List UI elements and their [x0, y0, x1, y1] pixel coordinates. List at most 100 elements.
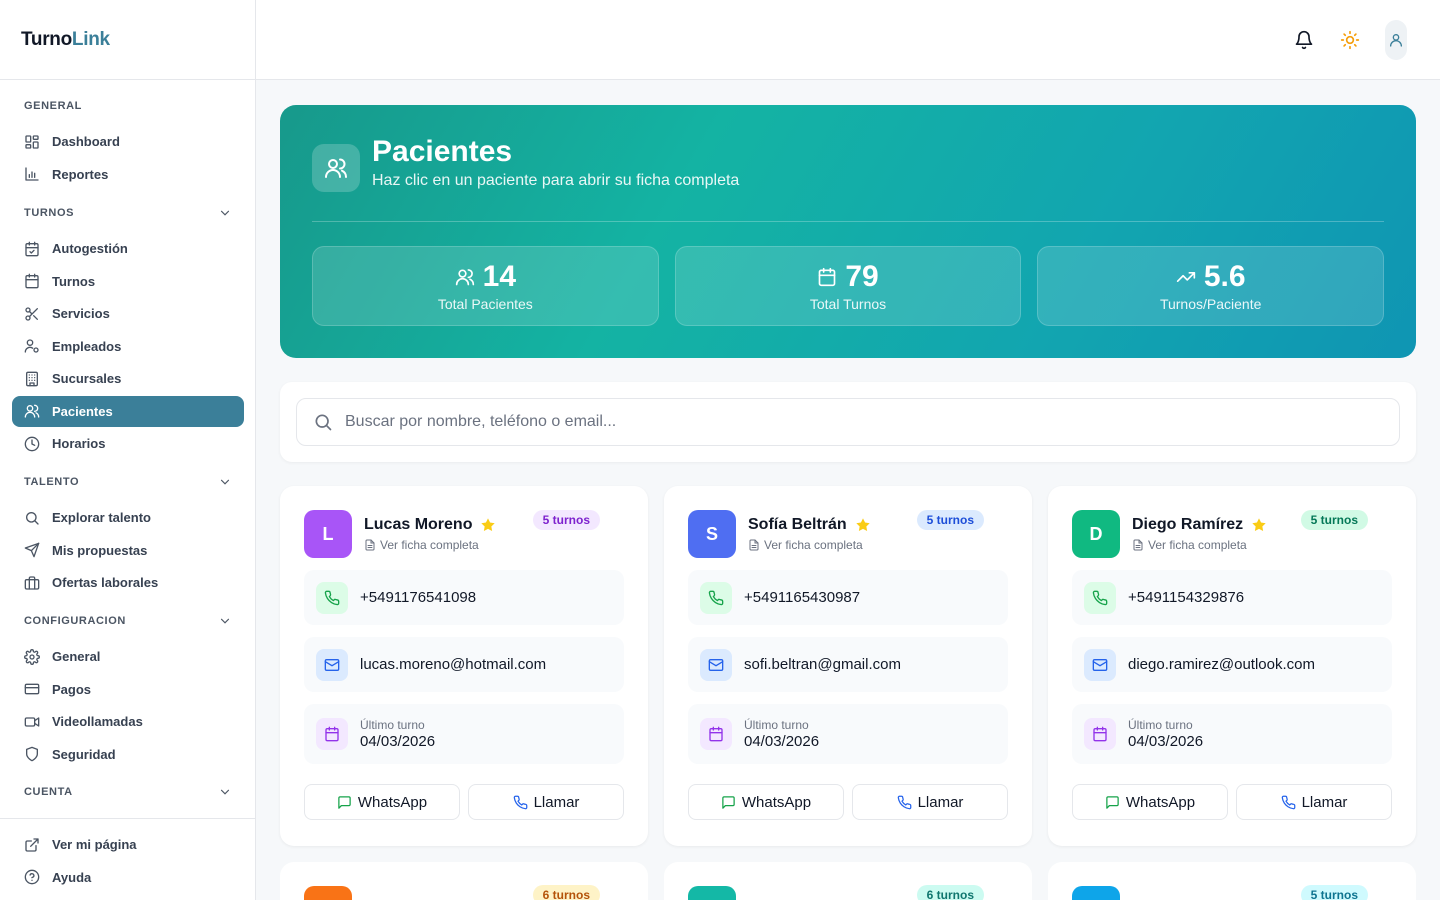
- ver-ficha-link[interactable]: Ver ficha completa: [748, 538, 871, 552]
- sidebar-item-empleados[interactable]: Empleados: [12, 331, 244, 362]
- calendar-check-icon: [25, 241, 39, 256]
- gear-icon: [24, 648, 40, 665]
- sidebar-item-label: Servicios: [52, 306, 110, 321]
- avatar: [304, 886, 352, 900]
- sidebar-item-autogestion[interactable]: Autogestión: [12, 233, 244, 264]
- trending-up-icon: [1176, 272, 1195, 282]
- call-button[interactable]: Llamar: [1236, 784, 1392, 820]
- sidebar-item-general[interactable]: General: [12, 641, 244, 672]
- file-text-icon: [749, 539, 759, 551]
- section-title: TALENTO: [24, 476, 80, 488]
- stat-label: Total Pacientes: [437, 296, 533, 312]
- video-icon: [24, 716, 40, 727]
- calendar-icon: [325, 726, 339, 742]
- stat-total-pacientes: 14 Total Pacientes: [312, 246, 659, 326]
- patient-card[interactable]: Carolina Vega 6 turnos: [280, 862, 648, 900]
- stat-label: Total Turnos: [809, 296, 887, 312]
- sidebar-item-ver-mi-pagina[interactable]: Ver mi página: [12, 829, 243, 860]
- ver-ficha-link[interactable]: Ver ficha completa: [364, 538, 496, 552]
- clock-icon: [24, 436, 40, 451]
- sidebar-item-explorar-talento[interactable]: Explorar talento: [12, 502, 244, 533]
- sidebar-item-reportes[interactable]: Reportes: [12, 159, 244, 190]
- stat-value: 79: [845, 260, 879, 293]
- sidebar: TurnoLink GENERAL Dashboard Reportes TURN…: [0, 0, 256, 900]
- whatsapp-button[interactable]: WhatsApp: [304, 784, 460, 820]
- sidebar-item-label: Pagos: [52, 681, 92, 697]
- phone-icon: [1092, 590, 1108, 605]
- chevron-down-icon: [220, 618, 230, 624]
- patient-card[interactable]: L Lucas Moreno Ver ficha completa 5 turn…: [280, 486, 648, 846]
- stat-value: 5.6: [1203, 260, 1246, 293]
- whatsapp-label: WhatsApp: [741, 793, 812, 811]
- sidebar-item-pacientes[interactable]: Pacientes: [12, 395, 244, 427]
- sidebar-item-pagos[interactable]: Pagos: [12, 674, 244, 705]
- patient-phone: +5491154329876: [1128, 589, 1245, 606]
- phone-row: +5491165430987: [688, 570, 1008, 625]
- sidebar-item-sucursales[interactable]: Sucursales: [12, 363, 244, 394]
- brand-part-1: Turno: [21, 28, 72, 50]
- building-icon: [26, 371, 38, 386]
- whatsapp-button[interactable]: WhatsApp: [1072, 784, 1228, 820]
- call-button[interactable]: Llamar: [468, 784, 624, 820]
- email-row: diego.ramirez@outlook.com: [1072, 637, 1392, 692]
- last-appointment-row: Último turno 04/03/2026: [304, 704, 624, 764]
- patient-card[interactable]: María José López 5 turnos: [1048, 862, 1416, 900]
- external-link-icon: [25, 837, 39, 852]
- sidebar-item-seguridad[interactable]: Seguridad: [12, 739, 244, 770]
- calendar-icon: [818, 267, 836, 287]
- sidebar-item-label: Explorar talento: [52, 510, 151, 525]
- patient-card[interactable]: Tomás Aguirre 6 turnos: [664, 862, 1032, 900]
- briefcase-icon: [24, 575, 40, 590]
- chevron-down-icon: [220, 479, 230, 485]
- sidebar-item-label: Ver mi página: [52, 837, 137, 852]
- bar-chart-icon: [25, 167, 39, 181]
- calendar-icon: [25, 273, 39, 289]
- ver-ficha-link[interactable]: Ver ficha completa: [1132, 538, 1267, 552]
- patient-card[interactable]: S Sofía Beltrán Ver ficha completa 5 tur…: [664, 486, 1032, 846]
- sidebar-item-label: Mis propuestas: [52, 542, 148, 558]
- sidebar-item-ayuda[interactable]: Ayuda: [12, 862, 243, 893]
- last-appointment-date: 04/03/2026: [744, 733, 820, 750]
- shield-icon: [26, 746, 38, 762]
- ver-ficha-label: Ver ficha completa: [1148, 538, 1247, 552]
- sidebar-item-label: Dashboard: [52, 134, 120, 149]
- search-icon: [315, 414, 332, 431]
- star-icon: [481, 518, 496, 531]
- file-text-icon: [1133, 539, 1143, 551]
- search-input[interactable]: [345, 413, 1399, 431]
- section-talento[interactable]: TALENTO: [12, 472, 244, 492]
- search-box[interactable]: [296, 398, 1400, 446]
- call-button[interactable]: Llamar: [852, 784, 1008, 820]
- section-title: CONFIGURACION: [24, 615, 126, 627]
- sidebar-item-videollamadas[interactable]: Videollamadas: [12, 706, 244, 737]
- whatsapp-button[interactable]: WhatsApp: [688, 784, 844, 820]
- brand-part-2: Link: [71, 28, 110, 50]
- notifications-button[interactable]: [1284, 20, 1324, 60]
- call-label: Llamar: [917, 793, 964, 811]
- section-general: GENERAL: [12, 96, 244, 116]
- section-cuenta[interactable]: CUENTA: [12, 782, 244, 802]
- patient-email: sofi.beltran@gmail.com: [744, 656, 901, 673]
- phone-icon: [513, 795, 527, 809]
- brand-logo[interactable]: TurnoLink: [21, 29, 110, 51]
- hero-users-icon: [312, 144, 360, 192]
- patient-card[interactable]: D Diego Ramírez Ver ficha completa 5 tur…: [1048, 486, 1416, 846]
- page-title: Pacientes: [372, 135, 513, 168]
- section-configuracion[interactable]: CONFIGURACION: [12, 611, 244, 631]
- sidebar-item-mis-propuestas[interactable]: Mis propuestas: [12, 535, 244, 566]
- sidebar-item-label: Ofertas laborales: [52, 575, 159, 590]
- section-turnos[interactable]: TURNOS: [12, 203, 244, 223]
- email-row: sofi.beltran@gmail.com: [688, 637, 1008, 692]
- whatsapp-label: WhatsApp: [357, 793, 428, 811]
- patient-name: Sofía Beltrán: [748, 516, 847, 533]
- message-icon: [1106, 795, 1119, 809]
- sidebar-item-label: Videollamadas: [52, 714, 143, 729]
- sidebar-item-servicios[interactable]: Servicios: [12, 298, 244, 329]
- sidebar-item-horarios[interactable]: Horarios: [12, 428, 244, 459]
- theme-toggle-button[interactable]: [1330, 20, 1370, 60]
- sidebar-item-ofertas-laborales[interactable]: Ofertas laborales: [12, 567, 244, 598]
- sidebar-item-turnos[interactable]: Turnos: [12, 266, 244, 297]
- patient-email: lucas.moreno@hotmail.com: [360, 656, 547, 673]
- sidebar-item-dashboard[interactable]: Dashboard: [12, 126, 244, 157]
- user-menu-button[interactable]: [1385, 20, 1407, 60]
